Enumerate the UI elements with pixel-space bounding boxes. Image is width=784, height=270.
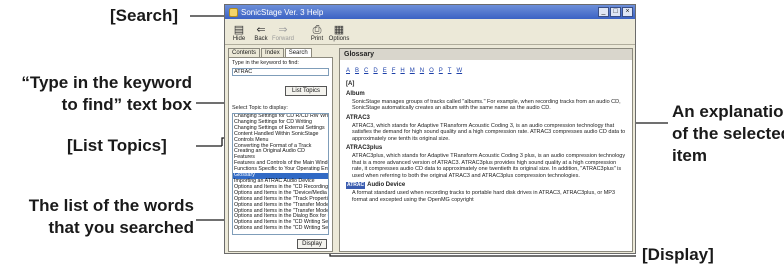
alphabet-link[interactable]: W xyxy=(456,68,462,75)
definition-atrac3plus: ATRAC3plus, which stands for Adaptive TR… xyxy=(352,152,626,179)
term-atrac-audio-device: ATRAC Audio Device xyxy=(346,182,626,189)
atrac-badge: ATRAC xyxy=(346,182,366,189)
back-arrow-icon: ⇐ xyxy=(256,24,266,36)
window-title: SonicStage Ver. 3 Help xyxy=(241,7,324,17)
options-button[interactable]: ▦ Options xyxy=(328,24,350,42)
keyword-textbox-callout: “Type in the keyword to find” text box xyxy=(2,72,192,116)
hide-label: Hide xyxy=(232,36,246,42)
display-button[interactable]: Display xyxy=(297,239,327,249)
words-callout-line-2: that you searched xyxy=(48,218,195,237)
options-icon: ▦ xyxy=(333,24,345,36)
back-button[interactable]: ⇐ Back xyxy=(252,24,270,42)
term-atrac-audio-device-text: Audio Device xyxy=(367,182,406,189)
definition-album: SonicStage manages groups of tracks call… xyxy=(352,98,621,112)
close-button[interactable]: × xyxy=(622,7,633,17)
term-atrac3plus: ATRAC3plus xyxy=(346,145,383,152)
explanation-callout-line-3: item xyxy=(672,146,707,165)
alphabet-link[interactable]: F xyxy=(392,68,396,75)
content-pane: Glossary ABCDEFHMNOPTW [A] Album SonicSt… xyxy=(339,48,633,252)
nav-tabs: Contents Index Search xyxy=(228,48,333,57)
search-panel: Type in the keyword to find: ATRAC List … xyxy=(228,57,333,252)
maximize-button[interactable]: □ xyxy=(610,7,621,17)
alphabet-link[interactable]: A xyxy=(346,68,350,75)
forward-label: Forward xyxy=(272,36,295,42)
term-atrac3: ATRAC3 xyxy=(346,114,370,121)
alphabet-index: ABCDEFHMNOPTW xyxy=(346,68,626,75)
explanation-callout-line-2: of the selected xyxy=(672,124,784,143)
help-window: SonicStage Ver. 3 Help _ □ × ▤ Hide ⇐ Ba… xyxy=(224,4,636,254)
words-callout-line-1: The list of the words xyxy=(28,196,194,215)
keyword-callout-line-1: “Type in the keyword xyxy=(21,73,192,92)
keyword-label: Type in the keyword to find: xyxy=(232,60,299,66)
term-album: Album xyxy=(346,91,365,98)
alphabet-link[interactable]: C xyxy=(364,68,368,75)
definition-atrac-audio-device: A format standard used when recording tr… xyxy=(352,189,616,203)
definition-atrac3: ATRAC3, which stands for Adaptive TRansf… xyxy=(352,122,626,142)
display-callout: [Display] xyxy=(642,245,714,264)
printer-icon: ⎙ xyxy=(312,24,322,36)
tab-contents[interactable]: Contents xyxy=(228,48,261,57)
glossary-header: Glossary xyxy=(340,49,632,60)
window-controls: _ □ × xyxy=(598,7,633,17)
alphabet-link[interactable]: N xyxy=(420,68,424,75)
topic-list[interactable]: Changing Settings for CD R/CD RW Writ Cha… xyxy=(232,113,329,235)
keyword-input[interactable]: ATRAC xyxy=(232,68,329,76)
print-label: Print xyxy=(310,36,324,42)
tab-search[interactable]: Search xyxy=(284,48,312,57)
alphabet-link[interactable]: B xyxy=(355,68,359,75)
print-button[interactable]: ⎙ Print xyxy=(308,24,326,42)
navigation-pane: Contents Index Search Type in the keywor… xyxy=(228,48,333,252)
alphabet-link[interactable]: H xyxy=(400,68,404,75)
hide-icon: ▤ xyxy=(233,24,245,36)
section-heading: [A] xyxy=(346,80,355,87)
list-topics-button[interactable]: List Topics xyxy=(285,86,327,96)
options-label: Options xyxy=(328,36,350,42)
alphabet-link[interactable]: M xyxy=(410,68,415,75)
list-topics-callout: [List Topics] xyxy=(67,136,167,155)
toolbar: ▤ Hide ⇐ Back ⇒ Forward ⎙ Print ▦ Option… xyxy=(225,19,635,45)
words-list-callout: The list of the words that you searched xyxy=(4,195,194,239)
title-bar[interactable]: SonicStage Ver. 3 Help _ □ × xyxy=(225,5,635,19)
alphabet-link[interactable]: P xyxy=(439,68,443,75)
minimize-button[interactable]: _ xyxy=(598,7,609,17)
alphabet-link[interactable]: E xyxy=(383,68,387,75)
explanation-callout: An explanations of the selected item xyxy=(672,101,784,167)
topic-list-item[interactable]: Options and Items in the "CD Writing Set… xyxy=(233,225,328,232)
alphabet-link[interactable]: T xyxy=(448,68,452,75)
search-callout: [Search] xyxy=(110,6,179,25)
tab-index[interactable]: Index xyxy=(261,48,284,57)
explanation-callout-line-1: An explanations xyxy=(672,102,784,121)
back-label: Back xyxy=(254,36,268,42)
alphabet-link[interactable]: D xyxy=(373,68,377,75)
app-icon xyxy=(229,7,238,17)
glossary-content: ABCDEFHMNOPTW [A] Album SonicStage manag… xyxy=(340,60,632,206)
forward-arrow-icon: ⇒ xyxy=(278,24,288,36)
forward-button[interactable]: ⇒ Forward xyxy=(272,24,295,42)
alphabet-link[interactable]: O xyxy=(429,68,434,75)
hide-button[interactable]: ▤ Hide xyxy=(230,24,248,42)
keyword-callout-line-2: to find” text box xyxy=(61,95,192,114)
select-topic-label: Select Topic to display: xyxy=(232,105,288,111)
